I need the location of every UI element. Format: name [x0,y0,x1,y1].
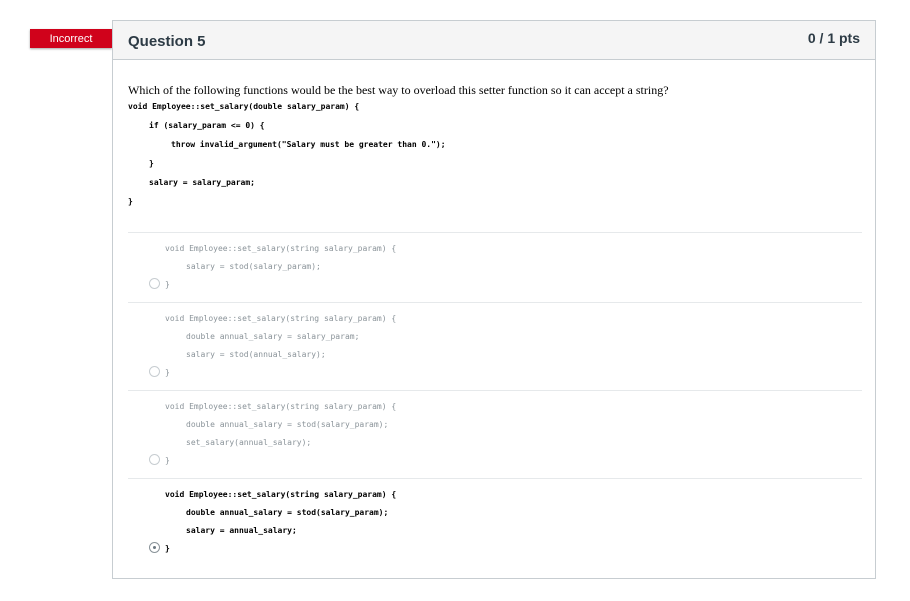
question-prompt: Which of the following functions would b… [128,83,669,97]
answer-code-line: double annual_salary = stod(salary_param… [186,508,389,517]
code-line: } [149,159,154,168]
answer-code-line: void Employee::set_salary(string salary_… [165,490,397,499]
answer-code-line: void Employee::set_salary(string salary_… [165,314,397,323]
code-line: salary = salary_param; [149,178,255,187]
question-title: Question 5 [128,33,206,50]
answer-option-2[interactable]: void Employee::set_salary(string salary_… [128,302,862,390]
answer-code-line: void Employee::set_salary(string salary_… [165,402,397,411]
answer-code-line: } [165,544,170,553]
answer-code-line: double annual_salary = stod(salary_param… [186,420,389,429]
code-line: throw invalid_argument("Salary must be g… [171,140,446,149]
answer-code-line: } [165,368,170,377]
code-line: } [128,197,133,206]
answer-radio-selected[interactable] [149,542,160,553]
answer-code-line: } [165,280,170,289]
radio-dot-icon [153,546,156,549]
answer-list: void Employee::set_salary(string salary_… [128,232,862,566]
question-body: Which of the following functions would b… [128,83,862,215]
question-card: Question 5 0 / 1 pts Which of the follow… [112,20,876,579]
code-line: void Employee::set_salary(double salary_… [128,102,360,111]
answer-code-line: salary = stod(annual_salary); [186,350,326,359]
incorrect-flag: Incorrect [30,29,112,48]
answer-option-4[interactable]: void Employee::set_salary(string salary_… [128,478,862,566]
answer-code-line: set_salary(annual_salary); [186,438,312,447]
question-header: Question 5 0 / 1 pts [113,21,875,60]
answer-code-line: void Employee::set_salary(string salary_… [165,244,397,253]
answer-radio[interactable] [149,278,160,289]
question-points: 0 / 1 pts [807,30,860,46]
answer-option-3[interactable]: void Employee::set_salary(string salary_… [128,390,862,478]
answer-radio[interactable] [149,454,160,465]
answer-code-line: salary = annual_salary; [186,526,297,535]
answer-option-1[interactable]: void Employee::set_salary(string salary_… [128,232,862,302]
incorrect-flag-label: Incorrect [49,32,93,45]
answer-code-line: double annual_salary = salary_param; [186,332,360,341]
answer-code-line: salary = stod(salary_param); [186,262,321,271]
answer-radio[interactable] [149,366,160,377]
code-line: if (salary_param <= 0) { [149,121,265,130]
answer-code-line: } [165,456,170,465]
